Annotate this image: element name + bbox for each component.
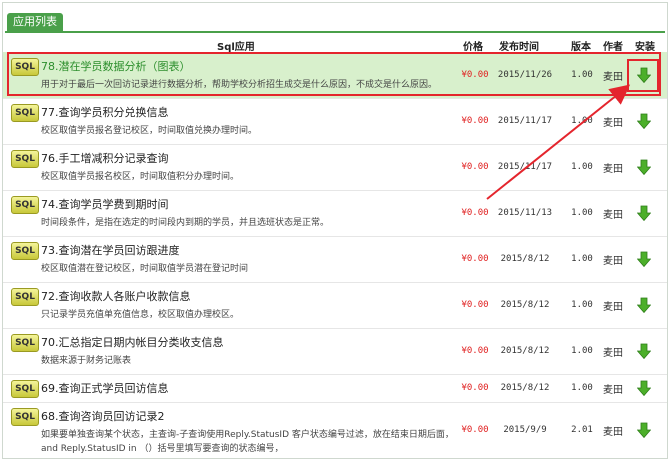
row-date: 2015/11/17	[497, 162, 553, 172]
row-author: 麦田	[603, 301, 623, 313]
sql-badge-icon: SQL	[11, 242, 39, 260]
row-price: ¥0.00	[461, 70, 489, 80]
row-date: 2015/8/12	[500, 300, 550, 310]
header-date: 发布时间	[499, 42, 539, 53]
row-price: ¥0.00	[461, 346, 489, 356]
row-title[interactable]: 76.手工增减积分记录查询	[41, 150, 169, 166]
install-button[interactable]	[629, 402, 659, 458]
sql-badge-icon: SQL	[11, 150, 39, 168]
row-title[interactable]: 78.潜在学员数据分析（图表）	[41, 58, 191, 74]
table-row[interactable]: SQL 74.查询学员学费到期时间 时间段条件，是指在选定的时间段内到期的学员，…	[3, 190, 667, 237]
row-version: 1.00	[571, 208, 593, 218]
row-title[interactable]: 77.查询学员积分兑换信息	[41, 104, 169, 120]
install-button[interactable]	[629, 328, 659, 374]
download-arrow-icon	[637, 67, 651, 83]
header-app: Sql应用	[217, 42, 255, 53]
table-row[interactable]: SQL 69.查询正式学员回访信息 ¥0.00 2015/8/12 1.00 麦…	[3, 374, 667, 403]
row-price: ¥0.00	[461, 383, 489, 393]
row-date: 2015/11/13	[497, 208, 553, 218]
row-version: 1.00	[571, 116, 593, 126]
install-button[interactable]	[629, 98, 659, 144]
row-date: 2015/8/12	[500, 346, 550, 356]
row-title[interactable]: 74.查询学员学费到期时间	[41, 196, 169, 212]
row-description: 时间段条件，是指在选定的时间段内到期的学员，并且选班状态是正常。	[41, 218, 330, 228]
row-author: 麦田	[603, 347, 623, 359]
row-title[interactable]: 70.汇总指定日期内帐目分类收支信息	[41, 334, 224, 350]
row-version: 1.00	[571, 383, 593, 393]
row-author: 麦田	[603, 255, 623, 267]
row-version: 2.01	[571, 425, 593, 435]
row-version: 1.00	[571, 300, 593, 310]
sql-badge-icon: SQL	[11, 196, 39, 214]
row-description: 校区取值学员报名登记校区，时间取值兑换办理时间。	[41, 126, 258, 136]
table-row[interactable]: SQL 76.手工增减积分记录查询 校区取值学员报名校区，时间取值积分办理时间。…	[3, 144, 667, 191]
row-date: 2015/8/12	[500, 254, 550, 264]
install-button[interactable]	[629, 190, 659, 236]
table-row[interactable]: SQL 73.查询潜在学员回访跟进度 校区取值潜在登记校区，时间取值学员潜在登记…	[3, 236, 667, 283]
row-description: 校区取值潜在登记校区，时间取值学员潜在登记时间	[41, 264, 249, 274]
row-version: 1.00	[571, 346, 593, 356]
row-author: 麦田	[603, 117, 623, 129]
sql-badge-icon: SQL	[11, 58, 39, 76]
row-price: ¥0.00	[461, 425, 489, 435]
row-author: 麦田	[603, 209, 623, 221]
row-author: 麦田	[603, 426, 623, 438]
row-price: ¥0.00	[461, 208, 489, 218]
install-button[interactable]	[629, 236, 659, 282]
table-row[interactable]: SQL 68.查询咨询员回访记录2 如果要单独查询某个状态，主查询-子查询使用R…	[3, 402, 667, 458]
download-arrow-icon	[637, 422, 651, 438]
row-version: 1.00	[571, 254, 593, 264]
row-version: 1.00	[571, 70, 593, 80]
download-arrow-icon	[637, 205, 651, 221]
table-header: Sql应用 价格 发布时间 版本 作者 安装	[3, 38, 667, 53]
row-version: 1.00	[571, 162, 593, 172]
app-list-panel: 应用列表 Sql应用 价格 发布时间 版本 作者 安装 SQL 78.潜在学员数…	[2, 2, 668, 459]
sql-badge-icon: SQL	[11, 288, 39, 306]
table-row[interactable]: SQL 70.汇总指定日期内帐目分类收支信息 数据来源于财务记账表 ¥0.00 …	[3, 328, 667, 375]
table-row[interactable]: SQL 78.潜在学员数据分析（图表） 用于对于最后一次回访记录进行数据分析，帮…	[3, 52, 667, 99]
install-button[interactable]	[629, 52, 659, 98]
row-price: ¥0.00	[461, 162, 489, 172]
install-button[interactable]	[629, 144, 659, 190]
row-description: 校区取值学员报名校区，时间取值积分办理时间。	[41, 172, 240, 182]
download-arrow-icon	[637, 159, 651, 175]
row-date: 2015/11/17	[497, 116, 553, 126]
download-arrow-icon	[637, 251, 651, 267]
header-install: 安装	[635, 42, 655, 53]
download-arrow-icon	[637, 113, 651, 129]
download-arrow-icon	[637, 343, 651, 359]
row-date: 2015/11/26	[497, 70, 553, 80]
header-price: 价格	[463, 42, 483, 53]
row-title[interactable]: 68.查询咨询员回访记录2	[41, 408, 165, 424]
row-date: 2015/8/12	[500, 383, 550, 393]
row-price: ¥0.00	[461, 300, 489, 310]
row-description: 数据来源于财务记账表	[41, 356, 132, 366]
table-row[interactable]: SQL 72.查询收款人各账户收款信息 只记录学员充值单充值信息，校区取值办理校…	[3, 282, 667, 329]
row-description: 只记录学员充值单充值信息，校区取值办理校区。	[41, 310, 240, 320]
row-author: 麦田	[603, 384, 623, 396]
panel-title: 应用列表	[7, 13, 63, 31]
row-price: ¥0.00	[461, 116, 489, 126]
table-row[interactable]: SQL 77.查询学员积分兑换信息 校区取值学员报名登记校区，时间取值兑换办理时…	[3, 98, 667, 145]
title-divider	[5, 31, 665, 33]
row-date: 2015/9/9	[503, 425, 547, 435]
sql-badge-icon: SQL	[11, 334, 39, 352]
install-button[interactable]	[629, 374, 659, 402]
sql-badge-icon: SQL	[11, 408, 39, 426]
header-version: 版本	[571, 42, 591, 53]
download-arrow-icon	[637, 297, 651, 313]
header-author: 作者	[603, 42, 623, 53]
row-price: ¥0.00	[461, 254, 489, 264]
row-author: 麦田	[603, 163, 623, 175]
sql-badge-icon: SQL	[11, 104, 39, 122]
row-description: 如果要单独查询某个状态，主查询-子查询使用Reply.StatusID 客户状态…	[41, 430, 454, 454]
row-description: 用于对于最后一次回访记录进行数据分析，帮助学校分析招生成交是什么原因，不成交是什…	[41, 80, 438, 90]
row-author: 麦田	[603, 71, 623, 83]
install-button[interactable]	[629, 282, 659, 328]
row-title[interactable]: 73.查询潜在学员回访跟进度	[41, 242, 180, 258]
row-title[interactable]: 69.查询正式学员回访信息	[41, 380, 169, 396]
sql-badge-icon: SQL	[11, 380, 39, 398]
row-title[interactable]: 72.查询收款人各账户收款信息	[41, 288, 191, 304]
download-arrow-icon	[637, 380, 651, 396]
